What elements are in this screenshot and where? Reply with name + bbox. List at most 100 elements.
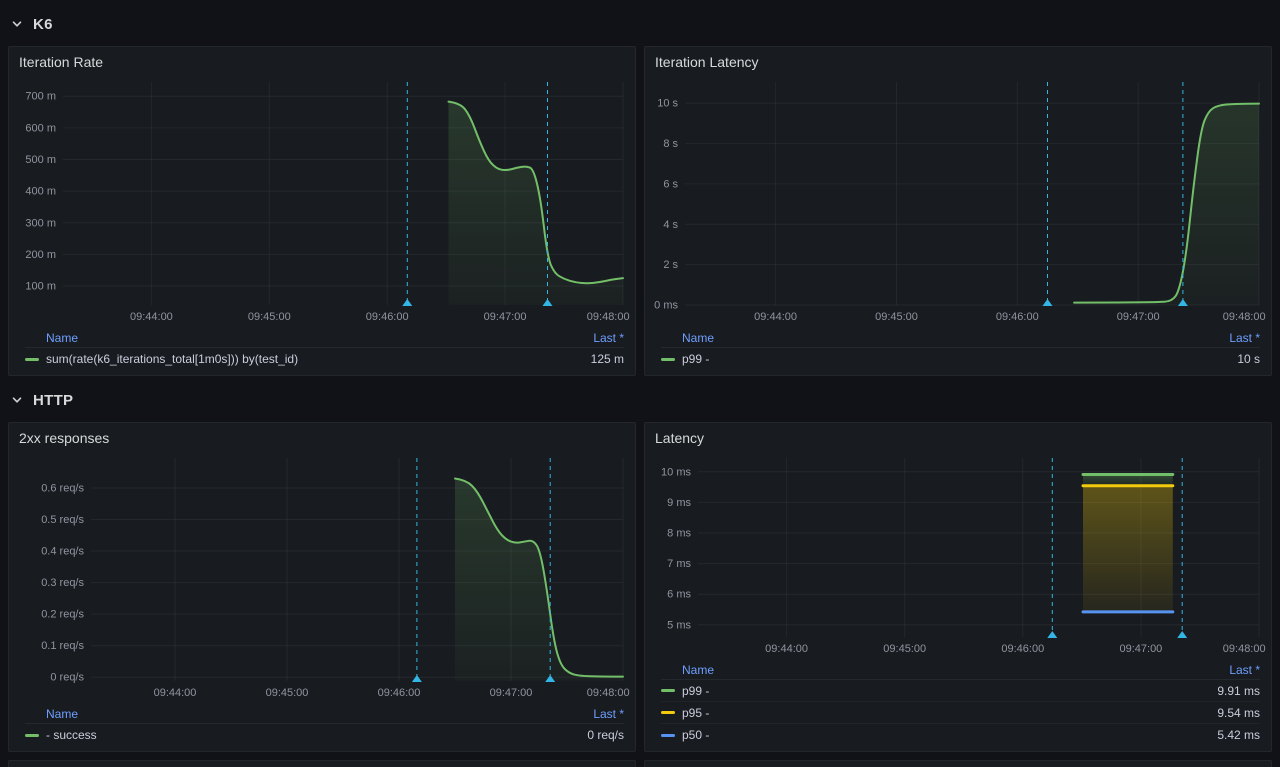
panel-2xx-responses: 2xx responses 0 req/s0.1 req/s0.2 req/s0… — [8, 422, 636, 752]
legend-rows: sum(rate(k6_iterations_total[1m0s])) by(… — [25, 348, 624, 370]
chart-canvas[interactable]: 100 m200 m300 m400 m500 m600 m700 m09:44… — [9, 74, 635, 326]
svg-text:09:47:00: 09:47:00 — [490, 687, 533, 699]
legend-rows: - success 0 req/s — [25, 724, 624, 746]
legend-row: - success 0 req/s — [25, 724, 624, 746]
panel-partial-top-edge — [8, 760, 636, 767]
legend-value: 125 m — [579, 352, 624, 366]
svg-text:9 ms: 9 ms — [667, 497, 691, 509]
svg-text:10 ms: 10 ms — [661, 466, 691, 478]
chart-area[interactable]: 5 ms6 ms7 ms8 ms9 ms10 ms09:44:0009:45:0… — [645, 450, 1271, 658]
svg-text:09:48:00: 09:48:00 — [1223, 643, 1266, 655]
svg-text:0.5 req/s: 0.5 req/s — [41, 514, 84, 526]
svg-text:09:44:00: 09:44:00 — [754, 311, 797, 323]
legend-header-name[interactable]: Name — [682, 663, 714, 677]
legend-series[interactable]: p50 - — [661, 728, 709, 742]
chart-canvas[interactable]: 5 ms6 ms7 ms8 ms9 ms10 ms09:44:0009:45:0… — [645, 450, 1271, 658]
svg-text:10 s: 10 s — [657, 98, 678, 110]
svg-text:6 ms: 6 ms — [667, 589, 691, 601]
svg-text:500 m: 500 m — [25, 154, 56, 166]
legend-header-name[interactable]: Name — [682, 331, 714, 345]
legend-value: 9.91 ms — [1205, 684, 1260, 698]
svg-text:09:45:00: 09:45:00 — [248, 311, 291, 323]
section-header-k6[interactable]: K6 — [8, 8, 1272, 40]
svg-text:09:47:00: 09:47:00 — [484, 311, 527, 323]
svg-text:0.4 req/s: 0.4 req/s — [41, 546, 84, 558]
panel-title[interactable]: Iteration Rate — [9, 47, 635, 74]
svg-text:09:47:00: 09:47:00 — [1119, 643, 1162, 655]
panel-latency: Latency 5 ms6 ms7 ms8 ms9 ms10 ms09:44:0… — [644, 422, 1272, 752]
legend: Name Last * - success 0 req/s — [9, 702, 635, 751]
legend-header-last[interactable]: Last * — [1229, 663, 1260, 677]
series-color-marker — [25, 358, 39, 361]
legend-label: - success — [46, 728, 97, 742]
svg-text:09:45:00: 09:45:00 — [266, 687, 309, 699]
legend-label: p99 - — [682, 684, 709, 698]
legend-row: p50 - 5.42 ms — [661, 724, 1260, 746]
legend-header-last[interactable]: Last * — [593, 707, 624, 721]
legend-rows: p99 - 9.91 ms p95 -9.54 ms p50 - 5.42 ms — [661, 680, 1260, 746]
panel-title[interactable]: 2xx responses — [9, 423, 635, 450]
chevron-down-icon — [10, 393, 24, 407]
legend-value: 5.42 ms — [1205, 728, 1260, 742]
svg-text:09:44:00: 09:44:00 — [130, 311, 173, 323]
legend-row: p99 - 10 s — [661, 348, 1260, 370]
svg-text:09:44:00: 09:44:00 — [154, 687, 197, 699]
series-color-marker — [661, 711, 675, 714]
legend-series[interactable]: sum(rate(k6_iterations_total[1m0s])) by(… — [25, 352, 298, 366]
chart-area[interactable]: 0 ms2 s4 s6 s8 s10 s09:44:0009:45:0009:4… — [645, 74, 1271, 326]
svg-text:100 m: 100 m — [25, 281, 56, 293]
svg-text:7 ms: 7 ms — [667, 558, 691, 570]
panel-row-next — [8, 760, 1272, 767]
legend-series[interactable]: - success — [25, 728, 97, 742]
svg-text:6 s: 6 s — [663, 178, 678, 190]
legend-label: sum(rate(k6_iterations_total[1m0s])) by(… — [46, 352, 298, 366]
section-title: K6 — [33, 16, 53, 33]
chart-area[interactable]: 100 m200 m300 m400 m500 m600 m700 m09:44… — [9, 74, 635, 326]
legend-header: Name Last * — [661, 660, 1260, 680]
svg-text:2 s: 2 s — [663, 259, 678, 271]
panel-row-http: 2xx responses 0 req/s0.1 req/s0.2 req/s0… — [8, 422, 1272, 752]
panel-iteration-rate: Iteration Rate 100 m200 m300 m400 m500 m… — [8, 46, 636, 376]
series-color-marker — [661, 689, 675, 692]
svg-text:09:48:00: 09:48:00 — [587, 687, 630, 699]
series-color-marker — [661, 734, 675, 737]
legend-header: Name Last * — [25, 328, 624, 348]
svg-text:09:44:00: 09:44:00 — [765, 643, 808, 655]
svg-text:09:46:00: 09:46:00 — [378, 687, 421, 699]
legend-row: p95 -9.54 ms — [661, 702, 1260, 724]
legend-value: 0 req/s — [575, 728, 624, 742]
dashboard: K6 Iteration Rate 100 m200 m300 m400 m50… — [0, 0, 1280, 767]
legend-header: Name Last * — [661, 328, 1260, 348]
svg-text:8 ms: 8 ms — [667, 528, 691, 540]
legend-header-last[interactable]: Last * — [1229, 331, 1260, 345]
section-header-http[interactable]: HTTP — [8, 384, 1272, 416]
legend-header-name[interactable]: Name — [46, 707, 78, 721]
legend-series[interactable]: p99 - — [661, 352, 709, 366]
chart-area[interactable]: 0 req/s0.1 req/s0.2 req/s0.3 req/s0.4 re… — [9, 450, 635, 702]
svg-text:09:46:00: 09:46:00 — [1001, 643, 1044, 655]
panel-iteration-latency: Iteration Latency 0 ms2 s4 s6 s8 s10 s09… — [644, 46, 1272, 376]
svg-text:200 m: 200 m — [25, 249, 56, 261]
panel-partial-top-edge — [644, 760, 1272, 767]
svg-text:0.6 req/s: 0.6 req/s — [41, 483, 84, 495]
svg-text:0 ms: 0 ms — [654, 300, 678, 312]
svg-text:09:46:00: 09:46:00 — [996, 311, 1039, 323]
panel-title[interactable]: Iteration Latency — [645, 47, 1271, 74]
legend-label: p50 - — [682, 728, 709, 742]
series-color-marker — [661, 358, 675, 361]
legend-value: 10 s — [1225, 352, 1260, 366]
legend-row: sum(rate(k6_iterations_total[1m0s])) by(… — [25, 348, 624, 370]
legend-header-name[interactable]: Name — [46, 331, 78, 345]
chart-canvas[interactable]: 0 req/s0.1 req/s0.2 req/s0.3 req/s0.4 re… — [9, 450, 635, 702]
svg-text:09:45:00: 09:45:00 — [883, 643, 926, 655]
chart-canvas[interactable]: 0 ms2 s4 s6 s8 s10 s09:44:0009:45:0009:4… — [645, 74, 1271, 326]
svg-text:400 m: 400 m — [25, 186, 56, 198]
svg-text:700 m: 700 m — [25, 91, 56, 103]
svg-text:0.2 req/s: 0.2 req/s — [41, 609, 84, 621]
panel-title[interactable]: Latency — [645, 423, 1271, 450]
legend-series[interactable]: p95 - — [661, 706, 709, 720]
legend-header-last[interactable]: Last * — [593, 331, 624, 345]
svg-text:4 s: 4 s — [663, 219, 678, 231]
panel-row-k6: Iteration Rate 100 m200 m300 m400 m500 m… — [8, 46, 1272, 376]
legend-series[interactable]: p99 - — [661, 684, 709, 698]
